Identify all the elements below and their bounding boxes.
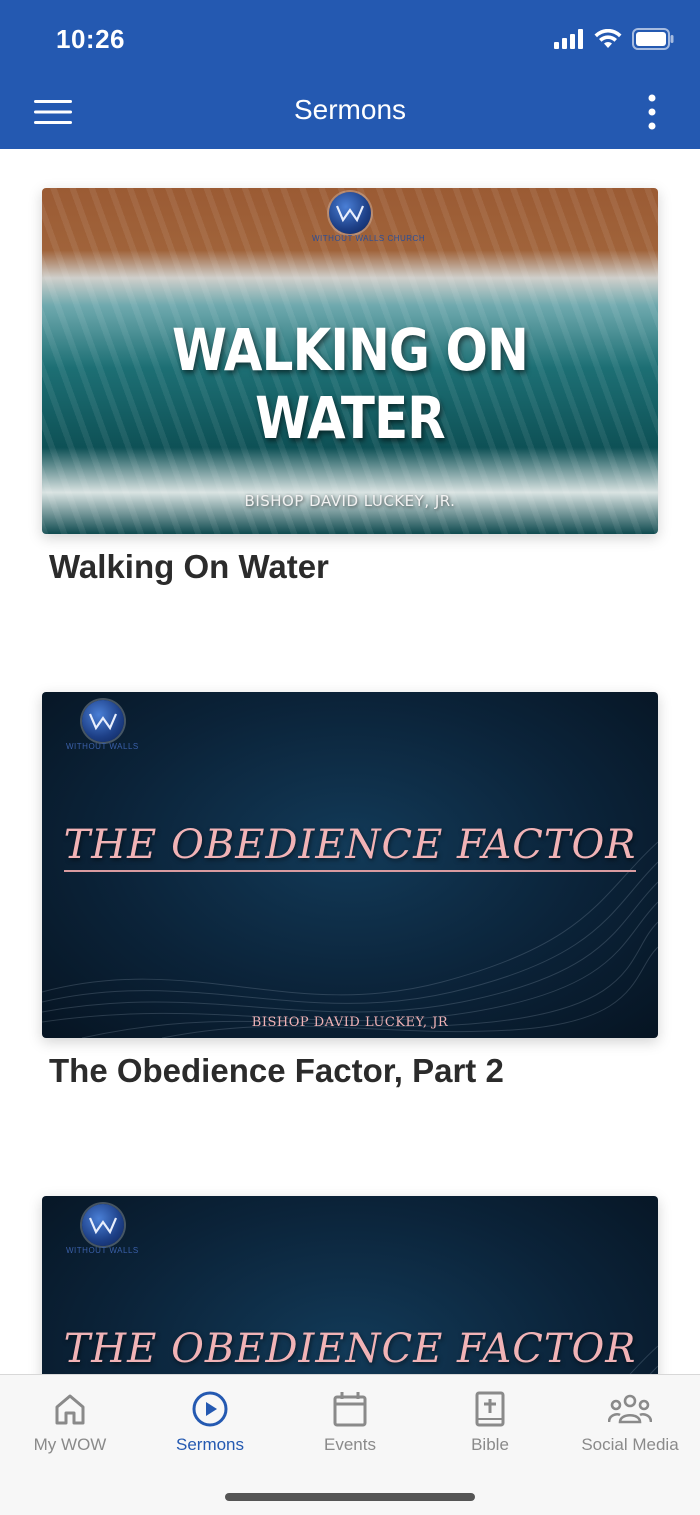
tab-label: Bible (471, 1435, 509, 1454)
tab-label: Events (324, 1435, 376, 1454)
tab-label: My WOW (33, 1435, 107, 1454)
logo-text: WITHOUT WALLS (66, 1246, 139, 1255)
thumbnail-headline: WALKING ON WATER (172, 316, 529, 452)
church-logo-icon (82, 1204, 124, 1246)
sermon-card[interactable]: WITHOUT WALLS CHURCH WALKING ON WATER BI… (42, 188, 658, 586)
sermon-thumbnail[interactable]: WITHOUT WALLS THE OBEDIENCE FACTOR (42, 1196, 658, 1374)
thumbnail-speaker: BISHOP DAVID LUCKEY, JR. (244, 492, 456, 510)
group-icon (608, 1394, 652, 1424)
sermon-title[interactable]: Walking On Water (49, 548, 658, 586)
logo-text: WITHOUT WALLS (66, 742, 139, 751)
tab-label: Social Media (581, 1435, 679, 1454)
sermon-card[interactable]: WITHOUT WALLS THE OBEDIENCE FACTOR (42, 1196, 658, 1374)
app-bar: Sermons (0, 80, 700, 149)
bottom-tab-bar: My WOW Sermons Events Bible Social Media (0, 1374, 700, 1515)
app-header: 10:26 Sermons (0, 0, 700, 149)
status-icons (554, 28, 674, 55)
tab-label: Sermons (175, 1435, 245, 1454)
church-logo-icon (82, 700, 124, 742)
battery-icon (632, 28, 674, 55)
tab-social-media[interactable]: Social Media (560, 1389, 700, 1455)
home-indicator[interactable] (225, 1493, 475, 1501)
sermon-card[interactable]: WITHOUT WALLS THE OBEDIENCE FACTOR BISHO… (42, 692, 658, 1090)
play-circle-icon (192, 1391, 228, 1427)
more-vertical-icon (648, 94, 656, 130)
thumbnail-headline: THE OBEDIENCE FACTOR (42, 822, 658, 872)
cellular-signal-icon (554, 29, 584, 54)
church-logo-icon (329, 192, 371, 234)
logo-text: WITHOUT WALLS CHURCH (312, 234, 426, 243)
home-icon (55, 1394, 85, 1425)
tab-bible[interactable]: Bible (420, 1389, 560, 1455)
tab-events[interactable]: Events (280, 1389, 420, 1455)
thumbnail-speaker: BISHOP DAVID LUCKEY, JR (251, 1015, 449, 1030)
sermon-list[interactable]: WITHOUT WALLS CHURCH WALKING ON WATER BI… (0, 149, 700, 1374)
tab-sermons[interactable]: Sermons (140, 1389, 280, 1455)
thumbnail-headline: THE OBEDIENCE FACTOR (42, 1326, 658, 1374)
app-screen: 10:26 Sermons WITHOUT WALLS CHURCH WALKI… (0, 0, 700, 1515)
tab-my-wow[interactable]: My WOW (0, 1389, 140, 1455)
sermon-title[interactable]: The Obedience Factor, Part 2 (49, 1052, 658, 1090)
page-title: Sermons (293, 94, 407, 125)
status-bar: 10:26 (0, 0, 700, 80)
wifi-icon (594, 28, 622, 54)
sermon-thumbnail[interactable]: WITHOUT WALLS CHURCH WALKING ON WATER BI… (42, 188, 658, 534)
calendar-icon (333, 1392, 367, 1427)
sermon-thumbnail[interactable]: WITHOUT WALLS THE OBEDIENCE FACTOR BISHO… (42, 692, 658, 1038)
bible-icon (475, 1391, 505, 1427)
status-time: 10:26 (56, 24, 125, 54)
more-options-button[interactable] (640, 92, 664, 132)
